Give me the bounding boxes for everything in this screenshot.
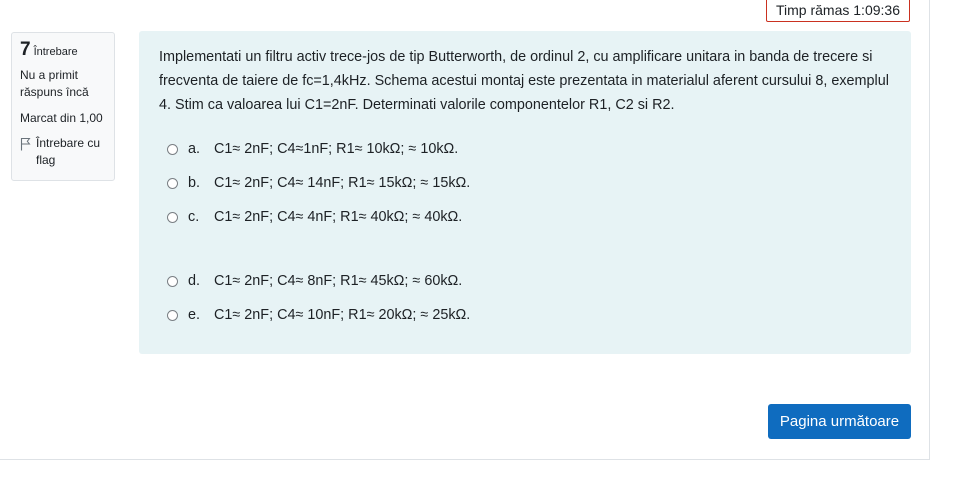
answer-radio-d[interactable] <box>167 275 178 287</box>
answer-text: C1≈ 2nF; C4≈1nF; R1≈ 10kΩ; ≈ 10kΩ. <box>214 141 459 157</box>
question-number-label: Întrebare <box>33 46 78 58</box>
answer-text: C1≈ 2nF; C4≈ 4nF; R1≈ 40kΩ; ≈ 40kΩ. <box>214 209 463 225</box>
answer-letter: e. <box>188 307 201 323</box>
answer-option-d[interactable]: d. C1≈ 2nF; C4≈ 8nF; R1≈ 45kΩ; ≈ 60kΩ. <box>159 264 891 298</box>
answer-option-b[interactable]: b. C1≈ 2nF; C4≈ 14nF; R1≈ 15kΩ; ≈ 15kΩ. <box>159 166 891 200</box>
answer-letter: c. <box>188 209 200 225</box>
answer-option-a[interactable]: a. C1≈ 2nF; C4≈1nF; R1≈ 10kΩ; ≈ 10kΩ. <box>159 132 891 166</box>
next-page-button[interactable]: Pagina următoare <box>768 404 911 439</box>
question-state: Nu a primit răspuns încă <box>20 68 89 99</box>
question-grade: Marcat din 1,00 <box>20 111 103 125</box>
answer-letter: d. <box>188 273 201 289</box>
answer-radio-c[interactable] <box>167 211 178 223</box>
answer-text: C1≈ 2nF; C4≈ 8nF; R1≈ 45kΩ; ≈ 60kΩ. <box>214 273 463 289</box>
answer-text: C1≈ 2nF; C4≈ 14nF; R1≈ 15kΩ; ≈ 15kΩ. <box>214 175 471 191</box>
flag-icon <box>20 138 31 151</box>
answer-option-c[interactable]: c. C1≈ 2nF; C4≈ 4nF; R1≈ 40kΩ; ≈ 40kΩ. <box>159 200 891 234</box>
answer-radio-a[interactable] <box>167 143 178 155</box>
answer-option-e[interactable]: e. C1≈ 2nF; C4≈ 10nF; R1≈ 20kΩ; ≈ 25kΩ. <box>159 298 891 332</box>
answer-radio-e[interactable] <box>167 309 178 321</box>
time-remaining: Timp rămas 1:09:36 <box>766 0 910 22</box>
answer-options: a. C1≈ 2nF; C4≈1nF; R1≈ 10kΩ; ≈ 10kΩ. b.… <box>159 132 891 332</box>
answer-letter: a. <box>188 141 201 157</box>
question-content: Implementati un filtru activ trece-jos d… <box>139 31 911 354</box>
question-number-value: 7 <box>20 39 31 60</box>
answer-radio-b[interactable] <box>167 177 178 189</box>
answer-text: C1≈ 2nF; C4≈ 10nF; R1≈ 20kΩ; ≈ 25kΩ. <box>214 307 471 323</box>
question-info-panel: 7 Întrebare Nu a primit răspuns încă Mar… <box>11 32 115 181</box>
question-number: 7 Întrebare <box>20 39 106 61</box>
question-text: Implementati un filtru activ trece-jos d… <box>159 49 889 113</box>
answer-letter: b. <box>188 175 201 191</box>
flag-label: Întrebare cu flag <box>36 136 101 167</box>
flag-question-toggle[interactable]: Întrebare cu flag <box>20 135 106 169</box>
